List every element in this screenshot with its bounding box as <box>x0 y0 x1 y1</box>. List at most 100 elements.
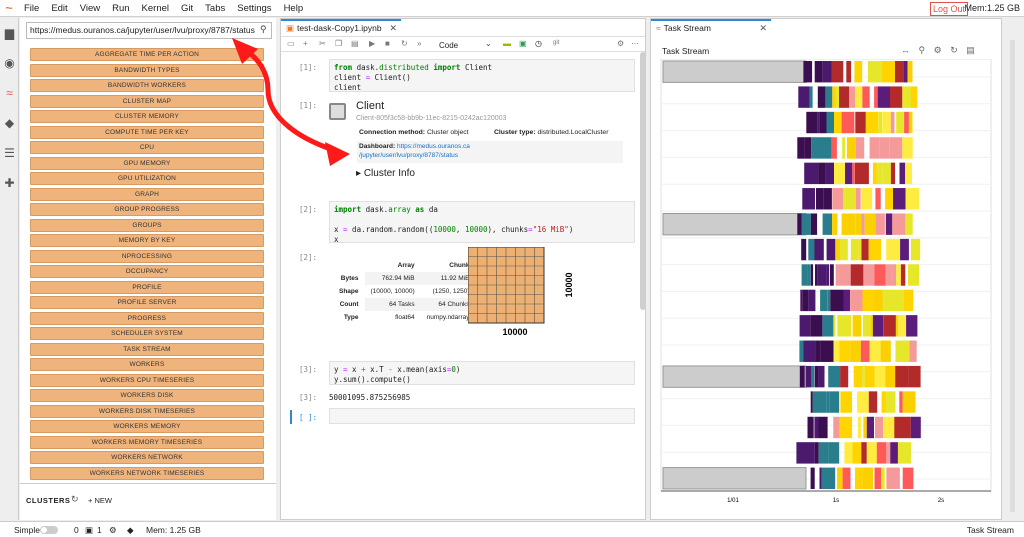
kernel-count[interactable]: 0 <box>74 525 79 535</box>
stop-icon[interactable]: ■ <box>385 39 390 48</box>
task-bar <box>894 416 898 439</box>
variable-icon[interactable]: ▬ <box>503 39 511 48</box>
tab-task-stream[interactable]: ≈ Task Stream ✕ <box>651 19 771 36</box>
dashboard-button[interactable]: MEMORY BY KEY <box>30 234 264 247</box>
git-status-icon[interactable]: ◆ <box>127 525 134 536</box>
pan-icon[interactable]: ↔ <box>901 45 910 55</box>
dashboard-button[interactable]: WORKERS MEMORY <box>30 420 264 433</box>
dashboard-button[interactable]: WORKERS DISK <box>30 389 264 402</box>
dashboard-link-1[interactable]: https://medus.ouranos.ca <box>397 143 470 150</box>
toc-icon[interactable]: ☰ <box>0 138 19 168</box>
task-bar <box>802 188 815 210</box>
dashboard-button[interactable]: CLUSTER MAP <box>30 94 264 108</box>
dashboard-button[interactable]: AGGREGATE TIME PER ACTION <box>30 48 264 61</box>
cut-icon[interactable]: ✂ <box>319 39 326 48</box>
running-icon[interactable]: ◉ <box>0 48 19 78</box>
code-cell-1[interactable]: from dask.distributed import Client clie… <box>329 59 635 92</box>
dashboard-url-input[interactable]: https://medus.ouranos.ca/jupyter/user/lv… <box>26 22 272 39</box>
dashboard-button[interactable]: BANDWIDTH WORKERS <box>30 79 264 92</box>
copy-icon[interactable]: ❐ <box>335 39 342 48</box>
restart-icon[interactable]: ↻ <box>401 39 408 48</box>
dashboard-button[interactable]: COMPUTE TIME PER KEY <box>30 125 264 139</box>
dashboard-button[interactable]: CPU <box>30 141 264 154</box>
task-bar <box>910 416 921 439</box>
task-bar <box>872 315 884 337</box>
task-bar <box>814 61 823 83</box>
logout-button[interactable]: Log Out <box>929 2 968 16</box>
code-cell-2[interactable]: import dask.array as da x = da.random.ra… <box>329 201 635 244</box>
dashboard-button[interactable]: WORKERS DISK TIMESERIES <box>30 404 264 418</box>
dashboard-button[interactable]: WORKERS NETWORK TIMESERIES <box>30 466 264 480</box>
zoom-icon[interactable]: ⚲ <box>919 45 926 55</box>
settings-icon[interactable]: ⚙ <box>109 525 117 536</box>
dashboard-button[interactable]: PROFILE <box>30 280 264 294</box>
dashboard-button[interactable]: BANDWIDTH TYPES <box>30 63 264 77</box>
dashboard-button[interactable]: NPROCESSING <box>30 249 264 263</box>
add-cell-icon[interactable]: + <box>303 39 308 48</box>
menu-help[interactable]: Help <box>278 3 310 14</box>
dashboard-link-box: Dashboard: https://medus.ouranos.ca /jup… <box>357 141 623 163</box>
task-bar <box>831 61 844 83</box>
more-icon[interactable]: ⋯ <box>631 39 639 48</box>
menu-settings[interactable]: Settings <box>231 3 277 14</box>
menu-run[interactable]: Run <box>106 3 135 14</box>
dask-icon[interactable]: ≈ <box>0 78 19 108</box>
dashboard-button[interactable]: GPU MEMORY <box>30 156 264 170</box>
task-bar <box>911 86 918 108</box>
dashboard-button[interactable]: OCCUPANCY <box>30 265 264 278</box>
git-icon[interactable]: ◆ <box>0 108 19 138</box>
dashboard-button[interactable]: PROFILE SERVER <box>30 296 264 309</box>
dashboard-button[interactable]: GPU UTILIZATION <box>30 172 264 185</box>
folder-icon[interactable]: ▆ <box>0 18 19 48</box>
dashboard-button[interactable]: PROGRESS <box>30 311 264 325</box>
search-icon[interactable]: ⚲ <box>260 24 267 35</box>
hover-icon[interactable]: ⚙ <box>934 45 942 55</box>
dashboard-button[interactable]: SCHEDULER SYSTEM <box>30 327 264 340</box>
dashboard-button[interactable]: GROUPS <box>30 218 264 232</box>
paste-icon[interactable]: ▤ <box>351 39 359 48</box>
reset-icon[interactable]: ↻ <box>950 45 958 55</box>
refresh-icon[interactable]: ↻ <box>71 494 79 505</box>
dashboard-button[interactable]: WORKERS NETWORK <box>30 451 264 464</box>
dashboard-link-2[interactable]: /jupyter/user/lvu/proxy/8787/status <box>359 152 458 159</box>
clock-icon[interactable]: ◷ <box>535 39 542 48</box>
cluster-info-toggle[interactable]: ▸ Cluster Info <box>356 168 415 179</box>
run-icon[interactable]: ▶ <box>369 39 375 48</box>
close-tab-icon[interactable]: ✕ <box>759 23 767 34</box>
task-bar <box>862 365 865 388</box>
dashboard-button[interactable]: CLUSTER MEMORY <box>30 110 264 123</box>
extension-icon[interactable]: ✚ <box>0 168 19 198</box>
notebook-scrollbar[interactable] <box>640 52 646 310</box>
menu-edit[interactable]: Edit <box>45 3 73 14</box>
save-icon[interactable]: ▭ <box>287 39 295 48</box>
dashboard-button[interactable]: WORKERS <box>30 358 264 371</box>
save-plot-icon[interactable]: ▤ <box>966 45 975 55</box>
prompt-in-1: [1]: <box>299 63 318 72</box>
dashboard-button[interactable]: TASK STREAM <box>30 342 264 356</box>
dashboard-button[interactable]: GRAPH <box>30 187 264 201</box>
task-bar <box>797 213 802 235</box>
chevron-down-icon[interactable]: ⌄ <box>485 39 492 48</box>
empty-code-cell[interactable] <box>329 408 635 424</box>
close-tab-icon[interactable]: ✕ <box>389 23 397 34</box>
dashboard-button[interactable]: WORKERS CPU TIMESERIES <box>30 373 264 387</box>
code-cell-3[interactable]: y = x + x.T - x.mean(axis=0) y.sum().com… <box>329 361 635 385</box>
menu-git[interactable]: Git <box>175 3 199 14</box>
task-stream-scrollbar[interactable] <box>1010 40 1015 512</box>
git-label[interactable]: git <box>553 40 559 46</box>
tab-notebook[interactable]: ▣ test-dask-Copy1.ipynb ✕ <box>281 19 401 36</box>
terminal-count[interactable]: 1 <box>97 525 102 535</box>
dask-extension-icon[interactable]: ▣ <box>519 39 527 48</box>
dashboard-button[interactable]: GROUP PROGRESS <box>30 203 264 216</box>
task-bar <box>818 365 825 388</box>
menu-kernel[interactable]: Kernel <box>136 3 175 14</box>
simple-mode-toggle[interactable] <box>40 526 58 534</box>
task-bar <box>893 188 906 210</box>
dashboard-button[interactable]: WORKERS MEMORY TIMESERIES <box>30 435 264 449</box>
menu-tabs[interactable]: Tabs <box>199 3 231 14</box>
task-bar <box>662 365 807 388</box>
menu-view[interactable]: View <box>74 3 106 14</box>
menu-file[interactable]: File <box>18 3 45 14</box>
new-cluster-button[interactable]: + NEW <box>88 496 112 505</box>
fast-forward-icon[interactable]: » <box>417 39 421 48</box>
